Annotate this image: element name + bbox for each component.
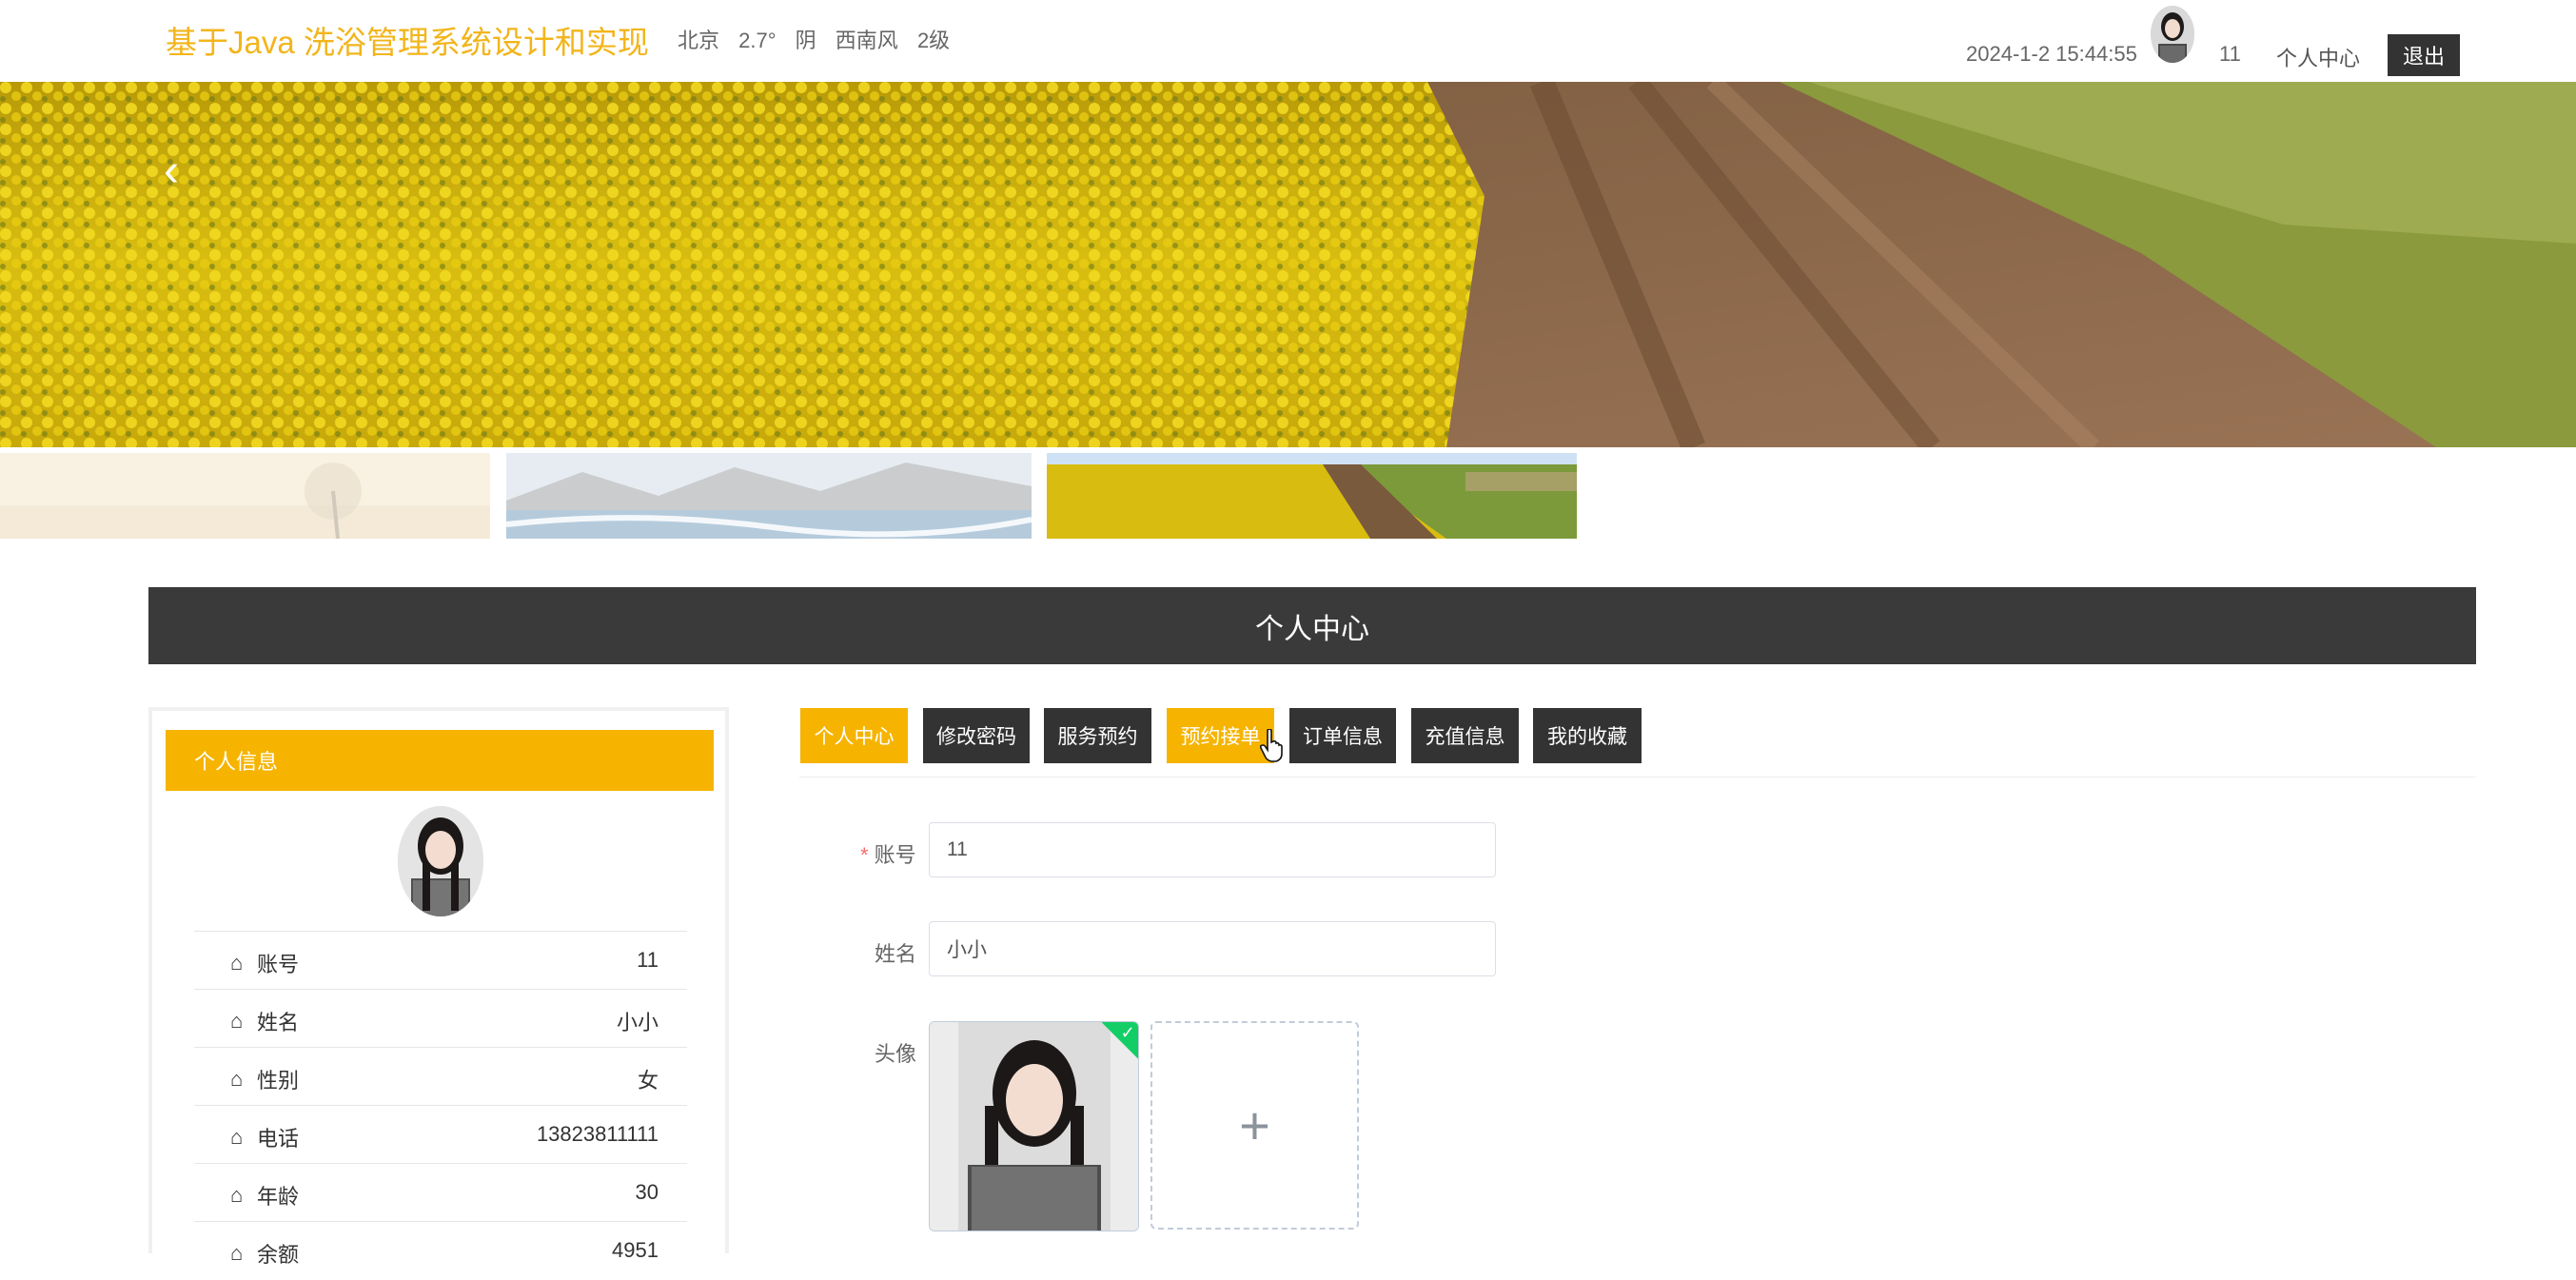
info-row-name: ⌂ 姓名 小小	[194, 989, 687, 1048]
check-icon: ✓	[1120, 1023, 1135, 1043]
hand-cursor-icon	[1259, 728, 1285, 768]
required-mark: *	[860, 843, 869, 867]
info-label: 年龄	[257, 1185, 300, 1209]
info-label: 电话	[257, 1127, 300, 1151]
profile-card-heading: 个人信息	[166, 730, 714, 791]
info-row-account: ⌂ 账号 11	[194, 931, 687, 990]
info-label: 姓名	[257, 1011, 300, 1034]
current-datetime: 2024-1-2 15:44:55	[1966, 42, 2137, 66]
info-row-gender: ⌂ 性别 女	[194, 1047, 687, 1106]
account-label-text: 账号	[874, 843, 916, 867]
home-icon: ⌂	[230, 1183, 244, 1207]
home-icon: ⌂	[230, 1067, 244, 1091]
weather-condition: 阴	[795, 29, 816, 52]
banner-thumbnail-3[interactable]	[1047, 453, 1577, 539]
user-avatar[interactable]	[2151, 6, 2194, 63]
header-username: 11	[2219, 42, 2241, 66]
info-value: 11	[637, 948, 659, 972]
avatar-label: 头像	[875, 1042, 917, 1066]
home-icon: ⌂	[230, 1009, 244, 1033]
top-header: 基于Java 洗浴管理系统设计和实现 北京 2.7° 阴 西南风 2级 2024…	[0, 0, 2576, 82]
weather-widget: 北京 2.7° 阴 西南风 2级	[678, 24, 963, 54]
home-icon: ⌂	[230, 1241, 244, 1265]
personal-center-link[interactable]: 个人中心	[2276, 42, 2360, 72]
account-input[interactable]	[929, 822, 1496, 877]
weather-wind: 西南风	[835, 29, 898, 52]
weather-level: 2级	[916, 29, 951, 52]
info-row-balance: ⌂ 余额 4951	[194, 1221, 687, 1280]
avatar-upload-button[interactable]: +	[1150, 1021, 1359, 1230]
info-value: 13823811111	[536, 1122, 659, 1146]
name-input[interactable]	[929, 921, 1496, 976]
tab-personal-center[interactable]: 个人中心	[800, 708, 908, 763]
info-value: 女	[637, 1069, 659, 1093]
uploaded-avatar[interactable]: ✓	[929, 1021, 1139, 1231]
info-label: 余额	[257, 1243, 300, 1267]
name-label: 姓名	[875, 942, 917, 966]
profile-avatar	[398, 806, 483, 916]
banner-carousel[interactable]: ‹	[0, 82, 2576, 447]
info-value: 30	[635, 1180, 659, 1204]
info-row-phone: ⌂ 电话 13823811111	[194, 1105, 687, 1164]
info-row-age: ⌂ 年龄 30	[194, 1163, 687, 1222]
tab-my-favorites[interactable]: 我的收藏	[1533, 708, 1642, 763]
info-label: 账号	[257, 953, 300, 976]
banner-prev-icon[interactable]: ‹	[164, 148, 179, 194]
tab-change-password[interactable]: 修改密码	[923, 708, 1030, 763]
info-value: 4951	[612, 1238, 659, 1262]
plus-icon: +	[1239, 1095, 1270, 1155]
site-title[interactable]: 基于Java 洗浴管理系统设计和实现	[166, 17, 649, 63]
info-label: 性别	[257, 1069, 300, 1093]
weather-temp: 2.7°	[738, 29, 777, 52]
banner-thumbnail-2[interactable]	[506, 453, 1032, 539]
tab-booking-accept[interactable]: 预约接单	[1167, 708, 1274, 763]
info-value: 小小	[616, 1011, 659, 1034]
home-icon: ⌂	[230, 1125, 244, 1149]
tab-recharge-info[interactable]: 充值信息	[1411, 708, 1519, 763]
tabs-divider	[799, 777, 2476, 778]
page-title: 个人中心	[148, 587, 2476, 664]
account-label: * 账号	[860, 838, 916, 869]
home-icon: ⌂	[230, 951, 244, 975]
banner-image	[0, 82, 2576, 447]
logout-button[interactable]: 退出	[2388, 34, 2460, 76]
tab-order-info[interactable]: 订单信息	[1289, 708, 1396, 763]
banner-thumbnail-1[interactable]	[0, 453, 490, 539]
tab-service-booking[interactable]: 服务预约	[1044, 708, 1151, 763]
weather-city: 北京	[678, 29, 720, 52]
profile-card: 个人信息 ⌂ 账号 11 ⌂ 姓名 小小 ⌂ 性别 女 ⌂ 电话 1382381…	[148, 707, 729, 1267]
